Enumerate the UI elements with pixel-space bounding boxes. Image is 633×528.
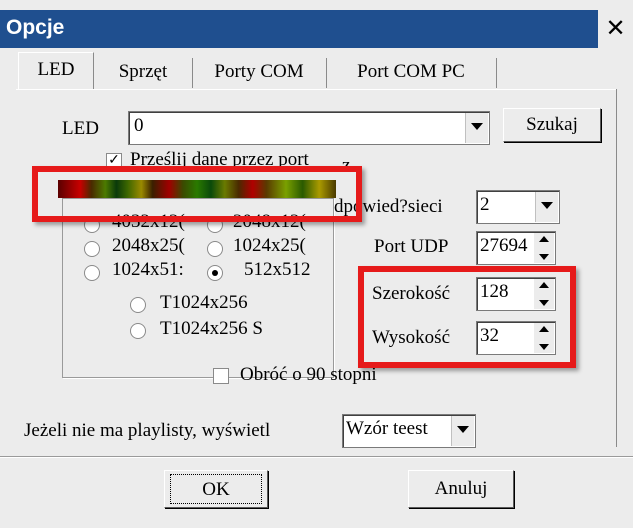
led-select[interactable]: 0: [128, 111, 490, 145]
cancel-button[interactable]: Anuluj: [408, 470, 514, 508]
tab-pc-com-port[interactable]: Port COM PC: [330, 55, 492, 89]
rotate-checkbox-label: Obróć o 90 stopni: [240, 364, 377, 385]
radio-res-1024x256[interactable]: [207, 241, 223, 257]
led-label: LED: [62, 118, 99, 139]
udp-port-label: Port UDP: [374, 236, 449, 257]
options-dialog: Opcje ✕ LED Sprzęt Porty COM Port COM PC…: [0, 0, 633, 528]
radio-res-2048x256-label: 2048x25(: [112, 235, 185, 256]
highlight-box: [358, 266, 576, 368]
tab-hardware[interactable]: Sprzęt: [98, 55, 188, 89]
highlight-box: [32, 166, 362, 222]
radio-res-1024x512-label: 1024x51:: [112, 259, 184, 280]
tab-com-ports[interactable]: Porty COM: [196, 55, 322, 89]
led-select-value: 0: [134, 115, 144, 136]
tab-panel-edge: [616, 89, 617, 447]
tab-led[interactable]: LED: [18, 52, 94, 90]
title-bar[interactable]: Opcje ✕: [0, 10, 633, 48]
radio-res-t1024x256[interactable]: [130, 297, 146, 313]
network-response-value: 2: [480, 194, 490, 215]
rotate-checkbox[interactable]: [213, 368, 229, 384]
playlist-fallback-select[interactable]: Wzór teest: [342, 414, 476, 448]
radio-res-t1024x256s-label: T1024x256 S: [160, 318, 263, 339]
window-title: Opcje: [6, 16, 65, 39]
stepper-arrows[interactable]: [534, 233, 554, 263]
radio-res-t1024x256s[interactable]: [130, 323, 146, 339]
radio-res-512x512-label: 512x512: [244, 259, 311, 280]
radio-res-512x512[interactable]: [207, 265, 223, 281]
radio-res-2048x256[interactable]: [84, 241, 100, 257]
radio-res-t1024x256-label: T1024x256: [160, 292, 248, 313]
chevron-down-icon[interactable]: [535, 192, 558, 222]
close-icon[interactable]: ✕: [598, 10, 633, 48]
network-response-select[interactable]: 2: [476, 190, 560, 224]
tab-divider: [192, 58, 193, 88]
search-button[interactable]: Szukaj: [503, 108, 601, 142]
udp-port-value: 27694: [480, 235, 528, 256]
tab-divider: [326, 58, 327, 88]
radio-res-1024x512[interactable]: [84, 265, 100, 281]
tab-divider: [496, 58, 497, 88]
chevron-down-icon[interactable]: [465, 113, 488, 143]
playlist-fallback-value: Wzór teest: [346, 418, 428, 439]
ok-button[interactable]: OK: [164, 470, 268, 508]
chevron-down-icon[interactable]: [451, 416, 474, 446]
radio-res-1024x256-label: 1024x25(: [233, 235, 306, 256]
tab-panel-edge: [16, 89, 616, 90]
playlist-fallback-label: Jeżeli nie ma playlisty, wyświetl: [24, 420, 271, 441]
ok-button-focus: OK: [170, 474, 262, 504]
udp-port-stepper[interactable]: 27694: [476, 231, 556, 265]
footer-divider: [0, 457, 633, 458]
